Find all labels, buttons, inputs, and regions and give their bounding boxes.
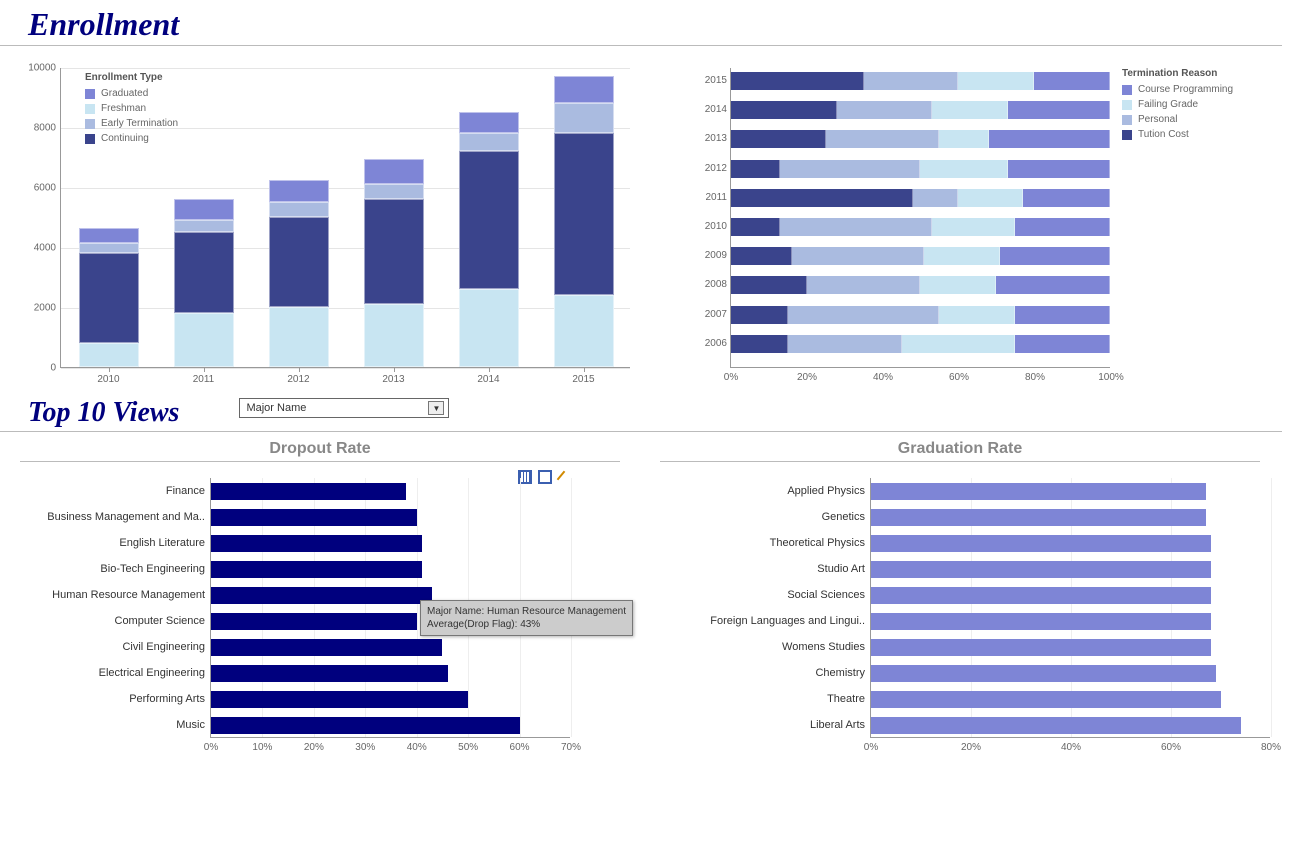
termination-legend: Termination Reason Course Programming Fa… <box>1122 68 1233 142</box>
page-title-enrollment: Enrollment <box>0 0 1282 46</box>
enrollment-legend-title: Enrollment Type <box>85 72 178 83</box>
legend-label: Continuing <box>101 131 149 146</box>
dropout-title: Dropout Rate <box>20 440 620 462</box>
graduation-rate-chart: Graduation Rate 0%20%40%60%80%Applied Ph… <box>640 440 1280 780</box>
chevron-down-icon: ▼ <box>428 401 444 415</box>
termination-legend-title: Termination Reason <box>1122 68 1233 79</box>
enrollment-type-chart: 0200040006000800010000201020112012201320… <box>0 46 670 391</box>
graduation-title: Graduation Rate <box>660 440 1260 462</box>
tooltip-line: Major Name: Human Resource Management <box>427 606 626 617</box>
legend-label: Personal <box>1138 112 1177 127</box>
dropdown-selected: Major Name <box>246 402 306 414</box>
dropout-rate-chart: Dropout Rate 0%10%20%30%40%50%60%70%Fina… <box>0 440 640 780</box>
enrollment-legend: Enrollment Type Graduated Freshman Early… <box>85 72 178 146</box>
page-title-top10: Top 10 Views <box>0 391 179 431</box>
legend-label: Tution Cost <box>1138 127 1189 142</box>
termination-reason-chart: 2015201420132012201120102009200820072006… <box>670 46 1285 391</box>
tooltip-line: Average(Drop Flag): 43% <box>427 619 540 630</box>
legend-label: Freshman <box>101 101 146 116</box>
legend-label: Failing Grade <box>1138 97 1198 112</box>
legend-label: Graduated <box>101 86 148 101</box>
legend-label: Early Termination <box>101 116 178 131</box>
major-name-dropdown[interactable]: Major Name ▼ <box>239 398 449 418</box>
legend-label: Course Programming <box>1138 82 1233 97</box>
tooltip: Major Name: Human Resource Management Av… <box>420 600 633 636</box>
